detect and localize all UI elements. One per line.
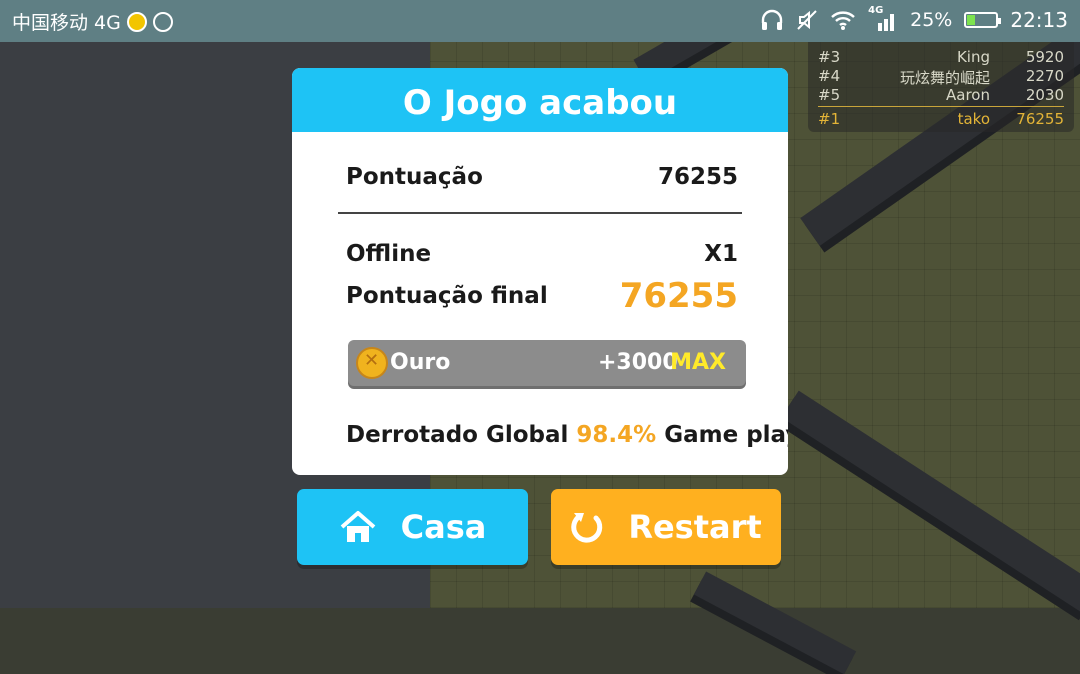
- status-bar: 中国移动 4G 4G 25% 22:13: [0, 0, 1080, 42]
- restart-button[interactable]: Restart: [551, 489, 781, 565]
- leaderboard-name: Aaron: [946, 86, 990, 104]
- headphones-icon: [761, 9, 783, 30]
- coin-icon: [356, 347, 388, 379]
- leaderboard-name: King: [956, 48, 990, 66]
- leaderboard-score: 5920: [1025, 48, 1064, 66]
- final-score-value: 76255: [619, 276, 738, 316]
- battery-text: 25%: [910, 9, 953, 31]
- global-ranking-text: Derrotado Global 98.4% Game players: [346, 422, 788, 448]
- reward-max: MAX: [670, 350, 726, 375]
- carrier-text: 中国移动 4G: [12, 12, 121, 34]
- leaderboard-rank: #1: [818, 110, 841, 128]
- wifi-icon: [831, 11, 855, 30]
- global-prefix: Derrotado Global: [346, 422, 569, 448]
- leaderboard-rank: #5: [818, 86, 841, 104]
- leaderboard-score: 76255: [1016, 110, 1064, 128]
- battery-icon: [964, 12, 1002, 28]
- reward-bar: Ouro +3000 MAX: [348, 340, 746, 386]
- mode-label: Offline: [346, 241, 432, 267]
- reward-amount: +3000: [598, 350, 678, 375]
- mode-row: Offline X1: [346, 241, 738, 267]
- score-value: 76255: [657, 164, 738, 190]
- home-button-label: Casa: [400, 508, 487, 546]
- leaderboard-score: 2030: [1025, 86, 1064, 104]
- leaderboard-rank: #3: [818, 48, 841, 66]
- mute-icon: [797, 10, 817, 30]
- leaderboard-self-row: #1 tako 76255: [818, 110, 1064, 128]
- restart-button-label: Restart: [628, 508, 762, 546]
- leaderboard-row: #5 Aaron 2030: [818, 86, 1064, 104]
- final-score-label: Pontuação final: [346, 283, 548, 309]
- divider: [338, 212, 742, 214]
- game-over-dialog: O Jogo acabou Pontuação 76255 Offline X1…: [292, 68, 788, 475]
- leaderboard-rank: #4: [818, 67, 841, 85]
- global-percent: 98.4%: [576, 422, 657, 448]
- final-score-row: Pontuação final 76255: [346, 276, 738, 316]
- dialog-title: O Jogo acabou: [292, 68, 788, 132]
- leaderboard-score: 2270: [1025, 67, 1064, 85]
- home-button[interactable]: Casa: [297, 489, 528, 565]
- leaderboard-name: 玩炫舞的崛起: [899, 69, 990, 87]
- hotspot-icon: [152, 11, 173, 32]
- leaderboard-divider: [818, 106, 1064, 107]
- mode-value: X1: [704, 241, 738, 267]
- coin-status-icon: [126, 11, 147, 32]
- restart-icon: [571, 513, 603, 543]
- score-row: Pontuação 76255: [346, 164, 738, 190]
- home-icon: [340, 511, 375, 542]
- signal-icon: 4G: [868, 5, 898, 31]
- leaderboard-name: tako: [957, 110, 990, 128]
- global-suffix: Game players: [664, 422, 788, 448]
- score-label: Pontuação: [346, 164, 483, 190]
- leaderboard: #3 King 5920 #4 玩炫舞的崛起 2270 #5 Aaron 203…: [808, 42, 1074, 132]
- reward-label: Ouro: [390, 350, 451, 375]
- leaderboard-row: #4 玩炫舞的崛起 2270: [818, 67, 1064, 87]
- leaderboard-row: #3 King 5920: [818, 48, 1064, 66]
- clock: 22:13: [1010, 8, 1068, 32]
